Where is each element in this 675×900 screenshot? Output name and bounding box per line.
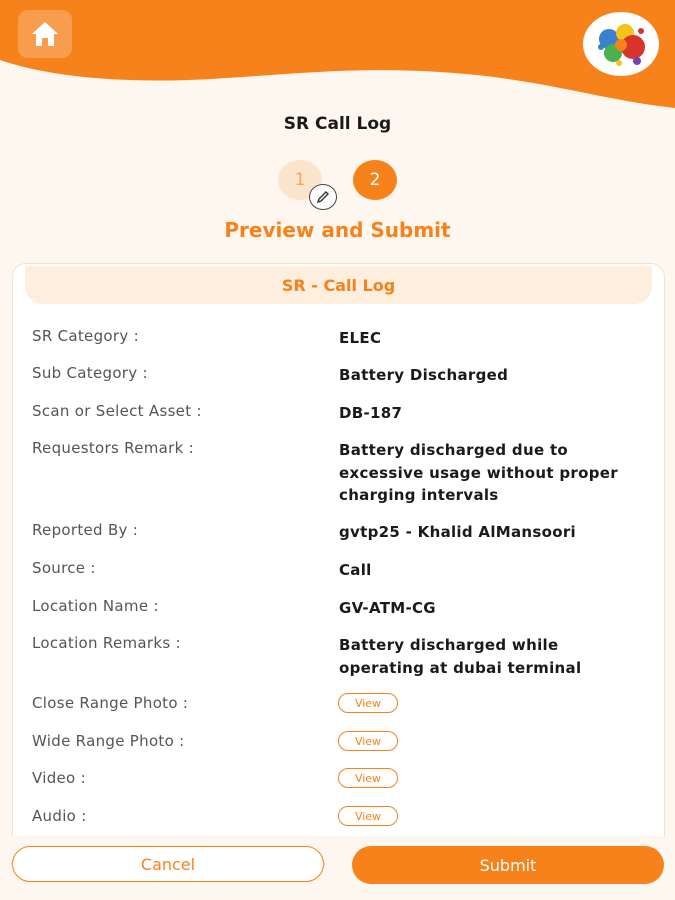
field-label: SR Category : <box>32 327 139 345</box>
value-line: excessive usage without proper <box>339 463 618 482</box>
field-label: Close Range Photo : <box>32 694 189 712</box>
field-label: Wide Range Photo : <box>32 732 185 750</box>
cancel-button[interactable]: Cancel <box>12 846 324 882</box>
field-label: Video : <box>32 769 86 787</box>
field-label: Requestors Remark : <box>32 439 195 457</box>
field-value: Call <box>339 561 372 579</box>
header-wave-background <box>0 0 675 108</box>
wide-range-photo-view-button[interactable]: View <box>338 731 398 751</box>
step-2: 2 <box>353 160 397 200</box>
field-value-multiline: Battery discharged due to excessive usag… <box>339 439 639 507</box>
app-logo <box>583 12 659 76</box>
home-button[interactable] <box>18 10 72 58</box>
paint-splash-logo <box>598 24 645 66</box>
field-label: Scan or Select Asset : <box>32 402 202 420</box>
audio-view-button[interactable]: View <box>338 806 398 826</box>
stepper: 1 2 <box>0 160 675 204</box>
value-line: charging intervals <box>339 486 499 504</box>
pencil-icon <box>316 191 329 204</box>
page-title: SR Call Log <box>283 114 392 134</box>
video-view-button[interactable]: View <box>338 768 398 788</box>
field-value: gvtp25 - Khalid AlMansoori <box>339 523 576 541</box>
field-label: Location Remarks : <box>32 634 181 652</box>
value-line: Battery discharged due to <box>339 441 569 459</box>
section-heading: Preview and Submit <box>224 218 451 242</box>
card-title: SR - Call Log <box>25 266 652 304</box>
field-value-multiline: Battery discharged while operating at du… <box>339 634 639 679</box>
field-label: Location Name : <box>32 597 159 615</box>
field-label: Sub Category : <box>32 364 148 382</box>
footer-bar: Cancel Submit <box>0 836 675 900</box>
home-icon <box>32 22 58 46</box>
field-value: DB-187 <box>339 404 403 422</box>
field-value: Battery Discharged <box>339 366 509 384</box>
field-value: ELEC <box>339 329 382 347</box>
field-label: Reported By : <box>32 521 139 539</box>
submit-button[interactable]: Submit <box>352 846 664 884</box>
value-line: operating at dubai terminal <box>339 658 582 677</box>
close-range-photo-view-button[interactable]: View <box>338 693 398 713</box>
field-value: GV-ATM-CG <box>339 599 436 617</box>
field-label: Audio : <box>32 807 87 825</box>
field-label: Source : <box>32 559 96 577</box>
edit-step-button[interactable] <box>309 184 337 210</box>
value-line: Battery discharged while <box>339 636 559 654</box>
preview-card: SR - Call Log SR Category : ELEC Sub Cat… <box>12 263 665 855</box>
